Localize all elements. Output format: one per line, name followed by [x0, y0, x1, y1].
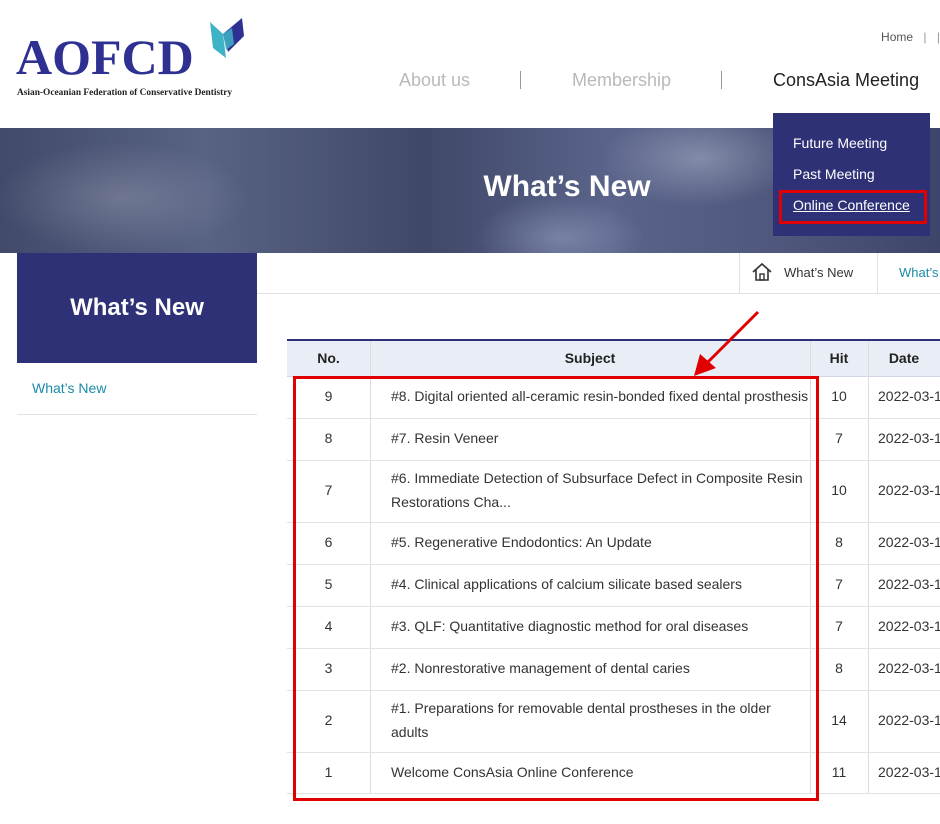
menu-item-past-meeting[interactable]: Past Meeting: [793, 166, 875, 182]
breadcrumb-separator: [739, 253, 740, 293]
site-header: AOFCD Asian-Oceanian Federation of Conse…: [0, 0, 940, 128]
column-header-no: No.: [317, 350, 340, 366]
cell-date: 2022-03-1: [878, 764, 940, 780]
nav-membership[interactable]: Membership: [572, 70, 671, 91]
highlight-box-online-conference: [779, 190, 927, 224]
column-header-date: Date: [888, 350, 920, 366]
sidebar-divider: [17, 414, 257, 415]
cell-date: 2022-03-1: [878, 618, 940, 634]
highlight-box-table-rows: [293, 376, 819, 801]
sidebar-item-whats-new[interactable]: What’s New: [32, 380, 106, 396]
utility-links: Home | |: [881, 30, 940, 44]
home-icon[interactable]: [751, 262, 773, 282]
breadcrumb-separator: [877, 253, 878, 293]
nav-separator: [520, 71, 521, 89]
cell-date: 2022-03-1: [878, 482, 940, 498]
main-nav: About us Membership ConsAsia Meeting: [0, 70, 940, 94]
column-header-hit: Hit: [829, 350, 849, 366]
breadcrumb-item-whats-new[interactable]: What’s New: [784, 265, 853, 280]
util-link-home[interactable]: Home: [881, 30, 913, 44]
breadcrumb-item-current[interactable]: What’s: [899, 265, 939, 280]
menu-item-future-meeting[interactable]: Future Meeting: [793, 135, 887, 151]
sidebar-title: What’s New: [17, 253, 257, 363]
logo-mark-icon: [210, 18, 244, 58]
cell-date: 2022-03-1: [878, 388, 940, 404]
cell-date: 2022-03-1: [878, 660, 940, 676]
cell-date: 2022-03-1: [878, 576, 940, 592]
cell-date: 2022-03-1: [878, 430, 940, 446]
cell-date: 2022-03-1: [878, 712, 940, 728]
table-header: No. Subject Hit Date: [287, 341, 940, 377]
nav-separator: [721, 71, 722, 89]
cell-date: 2022-03-1: [878, 534, 940, 550]
nav-about-us[interactable]: About us: [399, 70, 470, 91]
util-separator: |: [923, 30, 927, 44]
annotation-arrow-icon: [694, 310, 760, 376]
nav-consasia-meeting[interactable]: ConsAsia Meeting: [773, 70, 919, 91]
